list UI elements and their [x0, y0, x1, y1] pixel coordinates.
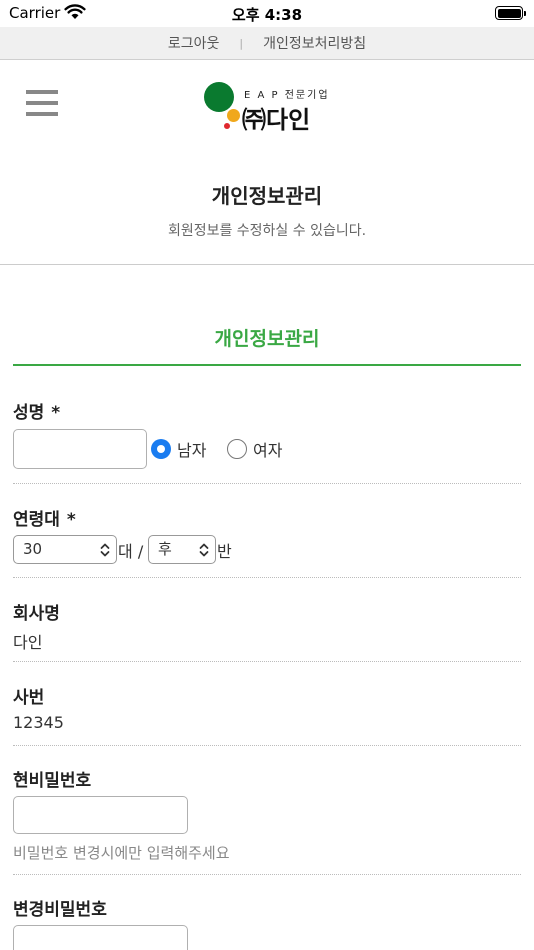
name-input[interactable]: [13, 429, 147, 469]
menu-bar: [26, 90, 58, 94]
company-logo[interactable]: E A P 전문기업 ㈜다인: [202, 80, 337, 134]
age-decade-value: 30: [23, 540, 43, 558]
age-half-select[interactable]: 후: [148, 535, 216, 564]
field-divider: [13, 874, 521, 875]
gender-female-label: 여자: [253, 441, 283, 460]
required-mark: *: [66, 510, 76, 530]
new-password-input[interactable]: [13, 925, 188, 950]
field-divider: [13, 745, 521, 746]
field-divider: [13, 577, 521, 578]
age-half-unit: 반: [217, 542, 232, 561]
header-divider: [0, 264, 534, 265]
logo-orange-dot: [227, 109, 240, 122]
menu-bar: [26, 101, 58, 105]
chevron-up-down-icon: [100, 543, 110, 557]
employee-id-value: 12345: [13, 713, 64, 732]
logo-name: ㈜다인: [242, 106, 311, 134]
battery-icon: [495, 6, 526, 20]
age-decade-select[interactable]: 30: [13, 535, 117, 564]
status-bar: Carrier 오후 4:38: [0, 0, 534, 27]
section-underline: [13, 364, 521, 366]
age-decade-unit: 대 /: [118, 538, 143, 562]
status-time: 오후 4:38: [231, 6, 303, 24]
field-divider: [13, 483, 521, 484]
logout-link[interactable]: 로그아웃: [168, 33, 220, 53]
logo-tagline: E A P 전문기업: [244, 90, 330, 101]
name-label-text: 성명: [13, 403, 45, 423]
employee-id-label: 사번: [13, 688, 45, 708]
section-title: 개인정보관리: [214, 328, 320, 350]
age-label: 연령대 *: [13, 505, 76, 530]
site-header: E A P 전문기업 ㈜다인: [0, 60, 534, 150]
radio-unselected-icon: [227, 439, 247, 459]
current-password-label: 현비밀번호: [13, 771, 92, 791]
hamburger-menu-icon[interactable]: [26, 90, 58, 118]
name-label: 성명 *: [13, 398, 60, 423]
field-divider: [13, 661, 521, 662]
gender-radio-male[interactable]: 남자: [151, 437, 206, 461]
logo-green-dot: [204, 82, 234, 112]
company-value: 다인: [13, 633, 43, 652]
page-title: 개인정보관리: [211, 184, 323, 208]
page-subtitle: 회원정보를 수정하실 수 있습니다.: [167, 223, 367, 239]
menu-bar: [26, 112, 58, 116]
age-separator: /: [137, 542, 144, 561]
gender-male-label: 남자: [177, 441, 207, 460]
current-password-input[interactable]: [13, 796, 188, 834]
link-separator: |: [239, 36, 244, 50]
password-hint: 비밀번호 변경시에만 입력해주세요: [13, 844, 230, 862]
age-half-value: 후: [158, 540, 172, 558]
radio-selected-icon: [151, 439, 171, 459]
chevron-up-down-icon: [199, 543, 209, 557]
age-label-text: 연령대: [13, 510, 60, 530]
gender-radio-female[interactable]: 여자: [227, 437, 282, 461]
logo-red-dot: [224, 123, 230, 129]
new-password-label: 변경비밀번호: [13, 900, 107, 920]
privacy-policy-link[interactable]: 개인정보처리방침: [263, 33, 366, 53]
company-label: 회사명: [13, 604, 60, 624]
top-links-bar: 로그아웃 | 개인정보처리방침: [0, 27, 534, 60]
required-mark: *: [51, 403, 61, 423]
decade-unit-text: 대: [118, 542, 133, 561]
